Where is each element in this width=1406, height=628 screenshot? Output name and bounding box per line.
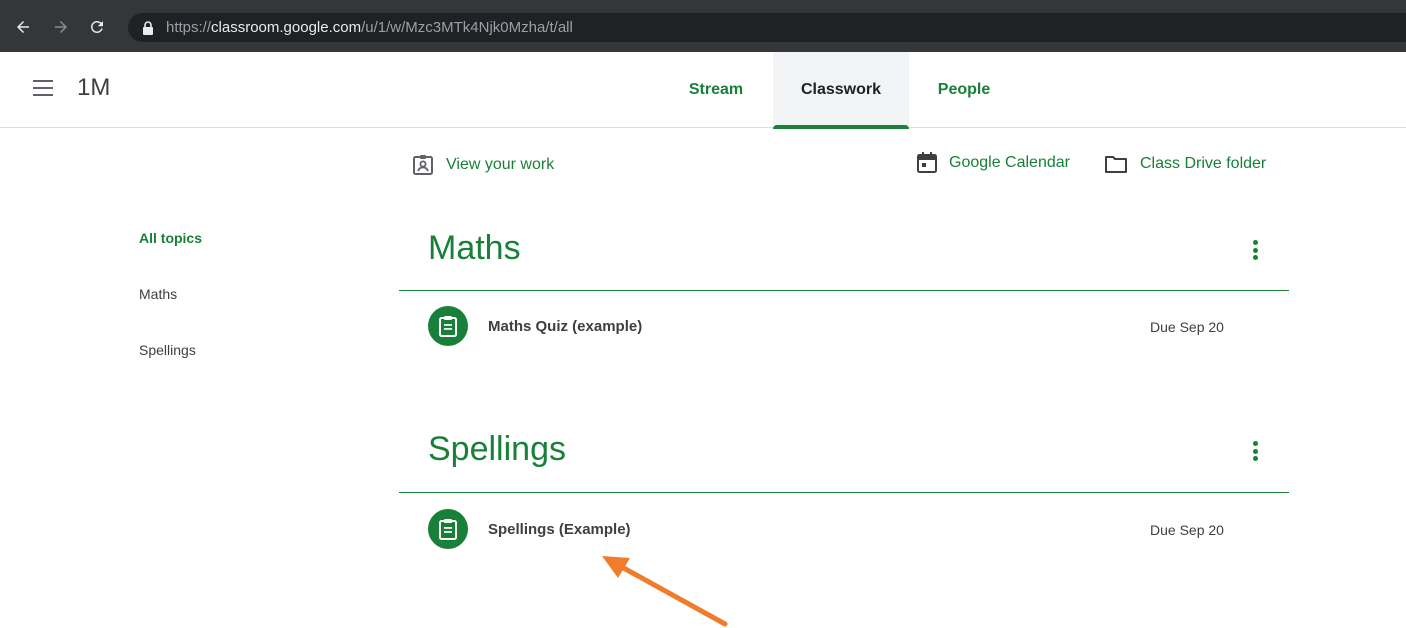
google-calendar-link[interactable]: Google Calendar [917,152,1070,174]
topic-divider [399,290,1289,291]
tab-classwork[interactable]: Classwork [773,52,909,129]
assignment-title[interactable]: Maths Quiz (example) [488,318,642,335]
sidebar-item-all-topics[interactable]: All topics [139,230,202,246]
calendar-icon [917,152,937,173]
assignment-due-date: Due Sep 20 [1150,319,1224,335]
app-header: 1M Stream Classwork People [0,52,1406,129]
forward-icon[interactable] [52,18,70,36]
sidebar-item-maths[interactable]: Maths [139,286,177,302]
url-text: https://classroom.google.com/u/1/w/Mzc3M… [166,19,573,36]
back-icon[interactable] [14,18,32,36]
assignment-due-date: Due Sep 20 [1150,522,1224,538]
google-calendar-label: Google Calendar [949,154,1070,171]
hamburger-menu-icon[interactable] [33,79,55,97]
topic-title-spellings[interactable]: Spellings [428,430,566,469]
topic-options-icon[interactable] [1244,438,1266,464]
tab-people[interactable]: People [918,52,1010,128]
class-drive-folder-link[interactable]: Class Drive folder [1104,154,1266,174]
topic-options-icon[interactable] [1244,237,1266,263]
sidebar-item-spellings[interactable]: Spellings [139,342,196,358]
class-name[interactable]: 1M [77,74,110,102]
assignment-title[interactable]: Spellings (Example) [488,521,631,538]
topic-divider [399,492,1289,493]
lock-icon [143,21,153,35]
browser-toolbar: https://classroom.google.com/u/1/w/Mzc3M… [0,0,1406,52]
reload-icon[interactable] [88,18,106,36]
annotation-arrow-icon [602,556,728,627]
view-your-work-label: View your work [446,156,555,173]
tab-stream[interactable]: Stream [666,52,766,128]
assignment-ind-icon [413,155,433,175]
assignment-icon [428,306,468,346]
address-bar[interactable]: https://classroom.google.com/u/1/w/Mzc3M… [128,13,1406,42]
folder-icon [1105,156,1127,173]
topic-title-maths[interactable]: Maths [428,229,521,268]
view-your-work-link[interactable]: View your work [412,154,554,176]
assignment-icon [428,509,468,549]
class-drive-folder-label: Class Drive folder [1140,155,1267,172]
